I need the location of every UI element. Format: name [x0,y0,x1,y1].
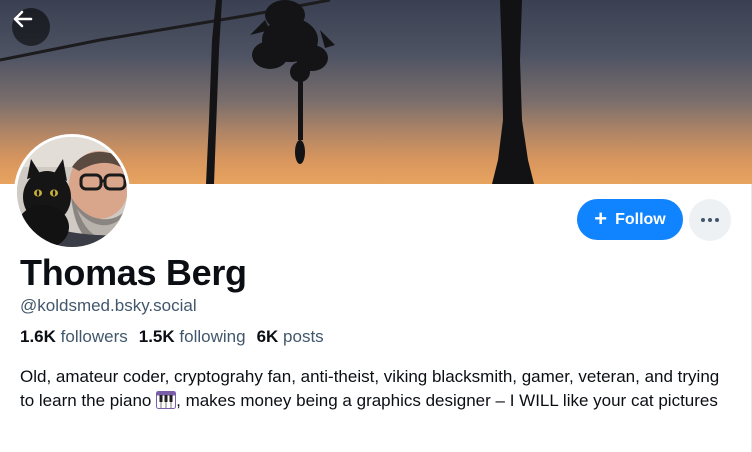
following-link[interactable]: 1.5K following [139,327,246,347]
profile-stats: 1.6K followers 1.5K following 6K posts [20,327,324,347]
follow-button[interactable]: + Follow [577,199,683,240]
followers-label: followers [60,327,128,346]
profile-bio: Old, amateur coder, cryptograhy fan, ant… [20,365,720,413]
avatar-image [17,137,127,247]
posts-count: 6K [256,327,279,346]
user-handle: @koldsmed.bsky.social [20,296,197,315]
display-name: Thomas Berg [20,252,247,293]
followers-count: 1.6K [20,327,56,346]
back-button[interactable] [12,8,50,46]
posts-stat: 6K posts [257,327,324,347]
following-count: 1.5K [138,327,175,346]
follow-button-label: Follow [615,210,666,228]
following-label: following [179,327,246,346]
piano-keys-icon [156,391,177,409]
more-options-button[interactable] [689,199,731,241]
posts-label: posts [283,327,324,346]
bio-text-part2: , makes money being a graphics designer … [176,391,718,410]
avatar[interactable] [14,134,130,250]
plus-icon: + [594,205,608,231]
followers-link[interactable]: 1.6K followers [20,327,128,347]
ellipsis-icon [701,218,719,222]
arrow-left-icon [13,10,33,28]
